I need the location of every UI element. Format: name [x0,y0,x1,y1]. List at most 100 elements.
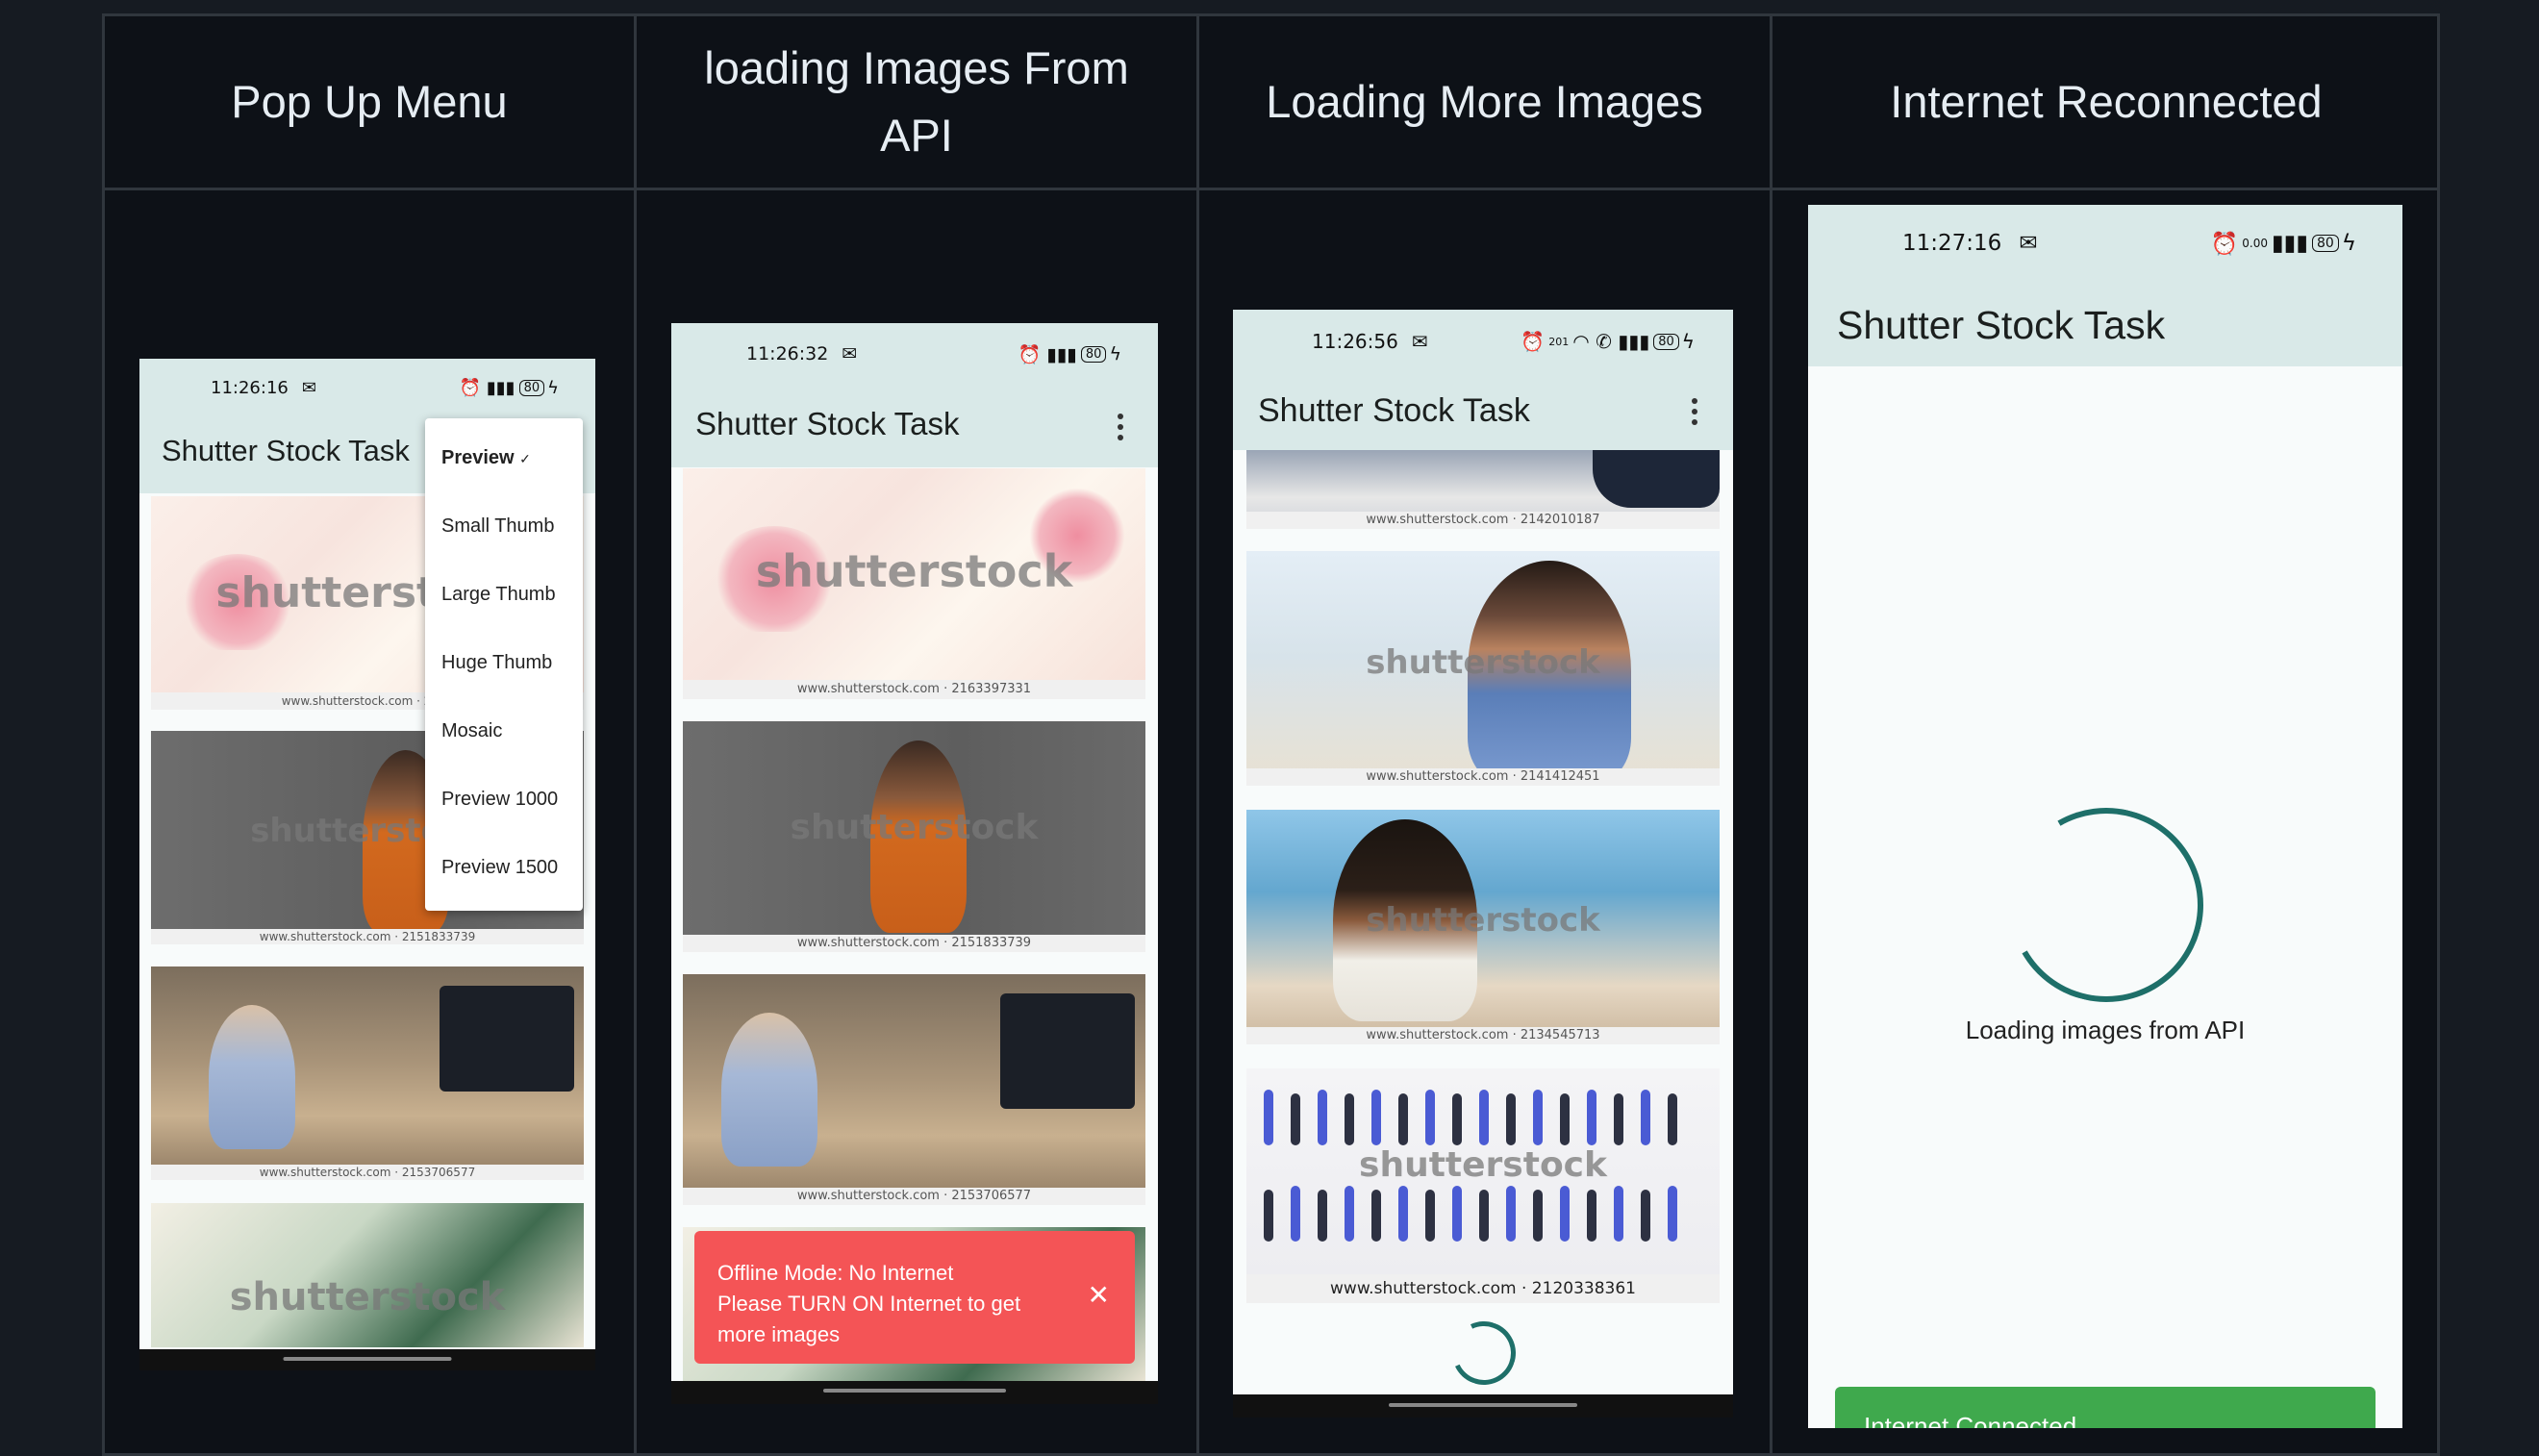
mail-icon: ✉ [842,343,858,364]
wifi-icon: ◠ ✆ ▮▮▮ [1572,330,1650,353]
network-speed: 201 [1548,335,1570,348]
mail-icon: ✉ [2019,231,2038,256]
close-icon[interactable]: ✕ [1088,1279,1110,1311]
phone-screen-internet-reconnected: 11:27:16 ✉ ⏰ 0.00 ▮▮▮ 80 ϟ Shutter Stock… [1808,205,2402,1428]
man-image [721,1013,817,1167]
image-caption: www.shutterstock.com · 2142010187 [1246,512,1720,529]
app-bar: Shutter Stock Task [671,385,1158,467]
mail-icon: ✉ [301,377,316,398]
home-indicator[interactable] [283,1357,452,1361]
loading-spinner [1987,786,2225,1024]
phone-screen-popup-menu: 11:26:16 ✉ ⏰ ▮▮▮ 80 ϟ Shutter Stock Task… [139,359,595,1370]
image-caption: www.shutterstock.com · 2151833739 [683,935,1145,952]
phone-screen-loading-images: 11:26:32 ✉ ⏰ ▮▮▮ 80 ϟ Shutter Stock Task… [671,323,1158,1404]
navigation-bar [139,1349,595,1370]
suit-image [1593,450,1720,508]
battery-indicator: 80 [2311,235,2339,252]
charging-icon: ϟ [2341,231,2356,256]
status-time: 11:26:16 [211,377,289,398]
app-title: Shutter Stock Task [162,434,410,467]
image-card[interactable]: shutterstock www.shutterstock.com · 2134… [1246,810,1720,1044]
snackbar-text: Internet Connected [1864,1412,2077,1428]
alarm-icon: ⏰ [1521,330,1546,353]
snackbar-internet-connected: Internet Connected [1835,1387,2376,1428]
image-caption: www.shutterstock.com · 2163397331 [683,680,1145,699]
status-bar: 11:26:56 ✉ ⏰ 201 ◠ ✆ ▮▮▮ 80 ϟ [1233,310,1733,373]
status-bar: 11:27:16 ✉ ⏰ 0.00 ▮▮▮ 80 ϟ [1808,205,2402,282]
signal-icon: ▮▮▮ [2272,231,2308,256]
app-bar: Shutter Stock Task [1233,373,1733,450]
image-card[interactable]: www.shutterstock.com · 2142010187 [1246,450,1720,529]
status-bar: 11:26:16 ✉ ⏰ ▮▮▮ 80 ϟ [139,359,595,416]
watermark: shutterstock [1366,901,1600,940]
image-card[interactable]: shutterstock www.shutterstock.com · 2151… [683,721,1145,952]
image-caption: www.shutterstock.com · 2120338361 [1246,1274,1720,1303]
image-caption: www.shutterstock.com · 2141412451 [1246,768,1720,786]
column-divider [1770,16,1772,1453]
battery-indicator: 80 [518,379,545,396]
popup-menu: Preview ✓ Small Thumb Large Thumb Huge T… [425,418,583,911]
phone-screen-loading-more: 11:26:56 ✉ ⏰ 201 ◠ ✆ ▮▮▮ 80 ϟ Shutter St… [1233,310,1733,1418]
check-icon: ✓ [519,451,531,466]
image-card[interactable]: www.shutterstock.com · 2153706577 [151,966,584,1180]
overflow-menu-icon[interactable] [1118,414,1125,445]
alarm-icon: ⏰ [2210,231,2239,257]
home-indicator[interactable] [823,1389,1006,1393]
app-title: Shutter Stock Task [695,406,960,441]
image-card[interactable]: shutterstock www.shutterstock.com · 2163… [683,468,1145,699]
header-internet-reconnected: Internet Reconnected [1890,76,2323,127]
menu-item-preview-1500[interactable]: Preview 1500 [441,857,558,879]
watermark: shutterstock [1366,643,1600,682]
mail-icon: ✉ [1411,330,1428,353]
watermark: shutterstock [229,1275,506,1319]
toast-message: Offline Mode: No Internet Please TURN ON… [717,1261,1021,1346]
menu-item-mosaic[interactable]: Mosaic [441,720,502,742]
status-time: 11:26:56 [1312,330,1398,353]
image-caption: www.shutterstock.com · 2153706577 [151,1165,584,1180]
menu-item-preview[interactable]: Preview ✓ [441,447,531,469]
loading-spinner [1443,1312,1525,1394]
watermark: shutterstock [755,545,1073,597]
people-row [1264,1090,1702,1147]
image-caption: www.shutterstock.com · 2151833739 [151,929,584,944]
menu-item-small-thumb[interactable]: Small Thumb [441,515,554,538]
menu-item-preview-1000[interactable]: Preview 1000 [441,789,558,811]
status-time: 11:27:16 [1902,231,2002,256]
network-speed: 0.00 [2242,237,2268,250]
app-title: Shutter Stock Task [1837,303,2166,347]
offline-toast: Offline Mode: No Internet Please TURN ON… [694,1231,1135,1364]
watermark: shutterstock [790,808,1039,847]
watermark: shutterstock [1359,1145,1607,1185]
app-bar: Shutter Stock Task [1808,282,2402,366]
image-card[interactable]: shutterstock www.shutterstock.com · 2141… [1246,551,1720,786]
status-icons: ⏰ ▮▮▮ [459,377,515,398]
column-divider [1196,16,1199,1453]
image-card[interactable]: shutterstock www.shutterstock.com · 2120… [1246,1068,1720,1303]
home-indicator[interactable] [1389,1403,1577,1407]
image-caption: www.shutterstock.com · 2153706577 [683,1188,1145,1205]
battery-indicator: 80 [1653,333,1679,350]
charging-icon: ϟ [547,377,559,398]
navigation-bar [671,1381,1158,1404]
header-pop-up-menu: Pop Up Menu [231,76,508,127]
header-loading-more: Loading More Images [1266,76,1703,127]
menu-item-large-thumb[interactable]: Large Thumb [441,584,556,606]
man-image [209,1005,295,1149]
column-divider [634,16,637,1453]
loading-text: Loading images from API [1965,1016,2246,1044]
charging-icon: ϟ [1681,330,1695,353]
charging-icon: ϟ [1109,343,1121,364]
status-bar: 11:26:32 ✉ ⏰ ▮▮▮ 80 ϟ [671,323,1158,385]
status-time: 11:26:32 [746,343,829,364]
battery-indicator: 80 [1080,345,1107,363]
header-loading-images: loading Images From API [704,42,1129,161]
navigation-bar [1233,1394,1733,1418]
menu-item-huge-thumb[interactable]: Huge Thumb [441,652,552,674]
monitor-image [440,986,574,1092]
overflow-menu-icon[interactable] [1692,398,1699,430]
status-icons: ⏰ ▮▮▮ [1018,343,1077,365]
image-card[interactable]: shutterstock [151,1203,584,1347]
image-caption: www.shutterstock.com · 2134545713 [1246,1027,1720,1044]
image-card[interactable]: www.shutterstock.com · 2153706577 [683,974,1145,1205]
people-row [1264,1186,1702,1243]
